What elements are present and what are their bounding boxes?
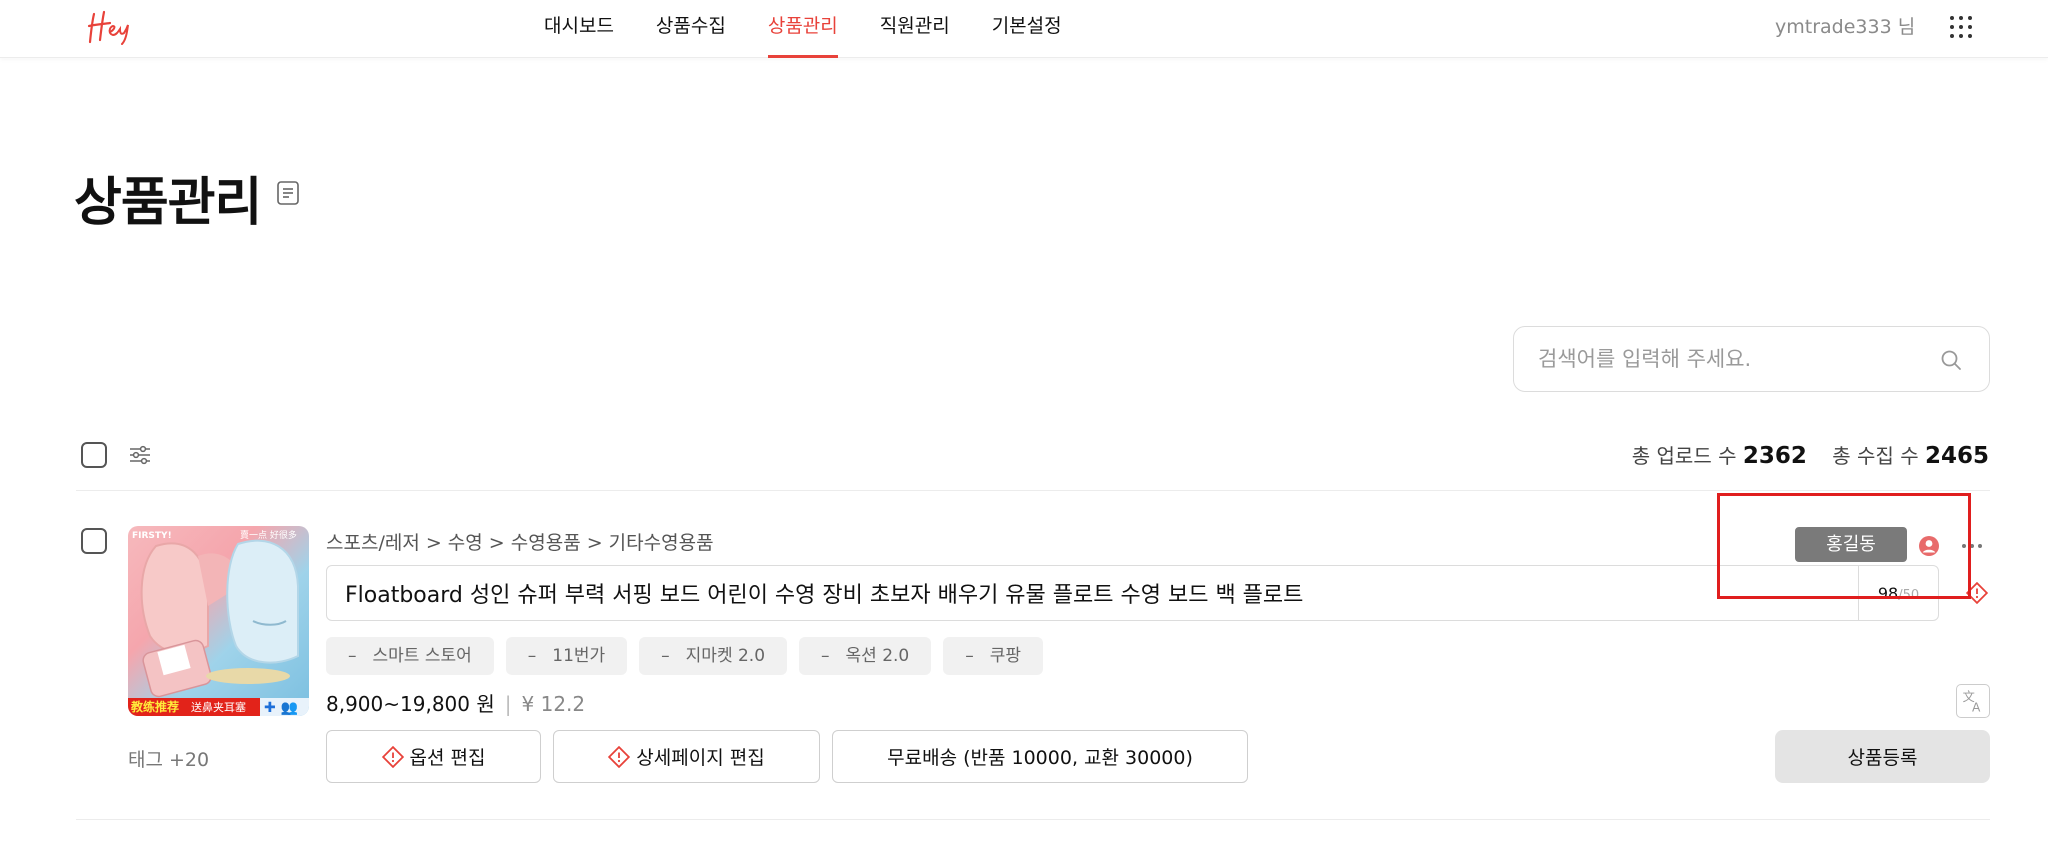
char-count-value: 98	[1877, 584, 1899, 603]
option-edit-button[interactable]: 옵션 편집	[326, 730, 541, 783]
document-list-icon[interactable]	[277, 181, 299, 205]
product-register-button[interactable]: 상품등록	[1775, 730, 1990, 783]
product-image: FIRSTY! 賣一点 好很多 教练推荐 送鼻夹耳塞 ✚ 👥	[128, 529, 309, 716]
grid-dots-icon[interactable]	[1950, 16, 1972, 38]
collect-count-value: 2465	[1924, 443, 1989, 469]
category-breadcrumb: 스포츠/레저 > 수영 > 수영용품 > 기타수영용품	[326, 532, 714, 554]
more-options-icon[interactable]	[1961, 536, 1983, 556]
product-thumbnail[interactable]: FIRSTY! 賣一点 好很多 教练推荐 送鼻夹耳塞 ✚ 👥	[128, 526, 309, 716]
warning-icon	[608, 745, 631, 768]
page-title: 상품관리	[74, 173, 262, 233]
svg-text:A: A	[1972, 700, 1981, 714]
market-chips: – 스마트 스토어 –11번가 – 지마켓 2.0 – 옥션 2.0 – 쿠팡	[326, 637, 1044, 675]
title-char-count: 98/50	[1858, 566, 1938, 620]
thumbnail-banner: 教练推荐	[130, 699, 179, 714]
option-edit-label: 옵션 편집	[409, 747, 486, 769]
upload-count-value: 2362	[1742, 443, 1807, 469]
price-krw: 8,900~19,800 원	[326, 692, 495, 716]
market-chip-coupang[interactable]: – 쿠팡	[943, 637, 1044, 675]
nav-product-collect[interactable]: 상품수집	[656, 0, 726, 58]
nav-staff-manage[interactable]: 직원관리	[880, 0, 950, 58]
product-title-field: 98/50	[326, 565, 1939, 621]
assignee-badge[interactable]: 홍길동	[1795, 527, 1907, 562]
shipping-settings-button[interactable]: 무료배송 (반품 10000, 교환 30000)	[832, 730, 1248, 783]
collect-count-label: 총 수집 수	[1832, 444, 1919, 468]
top-navigation-bar: 대시보드 상품수집 상품관리 직원관리 기본설정 ymtrade333 님	[0, 0, 2048, 58]
shipping-label: 무료배송 (반품 10000, 교환 30000)	[887, 747, 1193, 769]
market-chip-gmarket[interactable]: – 지마켓 2.0	[639, 637, 788, 675]
thumbnail-banner-sub: 送鼻夹耳塞	[191, 700, 246, 714]
divider	[76, 490, 1990, 491]
detail-page-edit-button[interactable]: 상세페이지 편집	[553, 730, 820, 783]
nav-product-manage[interactable]: 상품관리	[767, 0, 838, 58]
tags-count[interactable]: 태그 +20	[128, 745, 209, 772]
market-chip-smartstore[interactable]: – 스마트 스토어	[326, 637, 494, 675]
divider	[76, 819, 1990, 820]
warning-icon	[381, 745, 404, 768]
translate-icon[interactable]: 文 A	[1956, 684, 1990, 718]
char-count-max: /50	[1898, 588, 1920, 603]
user-avatar-icon[interactable]	[1918, 535, 1940, 557]
market-chip-11st[interactable]: –11번가	[505, 637, 628, 675]
product-checkbox[interactable]	[81, 528, 107, 554]
hey-logo[interactable]	[86, 6, 136, 46]
svg-text:✚ 👥: ✚ 👥	[264, 700, 298, 716]
thumbnail-brand: FIRSTY!	[132, 531, 172, 541]
detail-page-edit-label: 상세페이지 편집	[636, 747, 765, 769]
filter-sliders-icon[interactable]	[128, 443, 152, 467]
nav-dashboard[interactable]: 대시보드	[544, 0, 614, 58]
search-icon[interactable]	[1939, 348, 1963, 372]
main-nav: 대시보드 상품수집 상품관리 직원관리 기본설정	[544, 0, 1062, 58]
upload-count-label: 총 업로드 수	[1631, 444, 1737, 468]
market-chip-auction[interactable]: – 옥션 2.0	[799, 637, 932, 675]
select-all-checkbox[interactable]	[81, 442, 107, 468]
thumbnail-corner-text: 賣一点 好很多	[240, 529, 297, 541]
product-title-input[interactable]	[345, 566, 1845, 620]
user-account-label[interactable]: ymtrade333 님	[1775, 12, 1915, 39]
nav-basic-settings[interactable]: 기본설정	[992, 0, 1062, 58]
totals-summary: 총 업로드 수 2362 총 수집 수 2465	[1632, 440, 1989, 469]
price-cny: ¥ 12.2	[521, 692, 586, 716]
search-box	[1513, 326, 1990, 392]
title-warning-icon[interactable]	[1966, 582, 1988, 604]
price-row: 8,900~19,800 원 | ¥ 12.2	[326, 692, 586, 716]
search-input[interactable]	[1538, 327, 1918, 391]
